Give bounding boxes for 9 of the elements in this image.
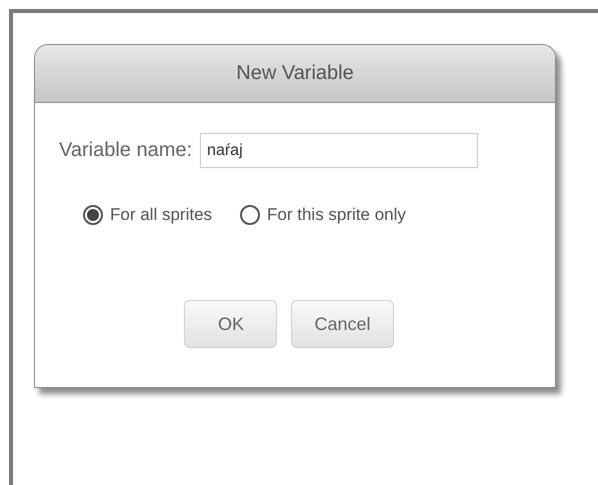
radio-option[interactable]: For this sprite only — [240, 205, 406, 225]
radio-option[interactable]: For all sprites — [83, 205, 212, 225]
input-field[interactable]: naŕaj — [200, 133, 478, 168]
cancel-button[interactable]: Cancel — [291, 300, 394, 348]
field-label: Variable name: — [59, 139, 192, 162]
ok-button[interactable]: OK — [184, 300, 278, 348]
dialog-title: New Variable — [35, 45, 555, 103]
radio-icon[interactable] — [240, 205, 260, 225]
radio-icon[interactable] — [83, 205, 103, 225]
